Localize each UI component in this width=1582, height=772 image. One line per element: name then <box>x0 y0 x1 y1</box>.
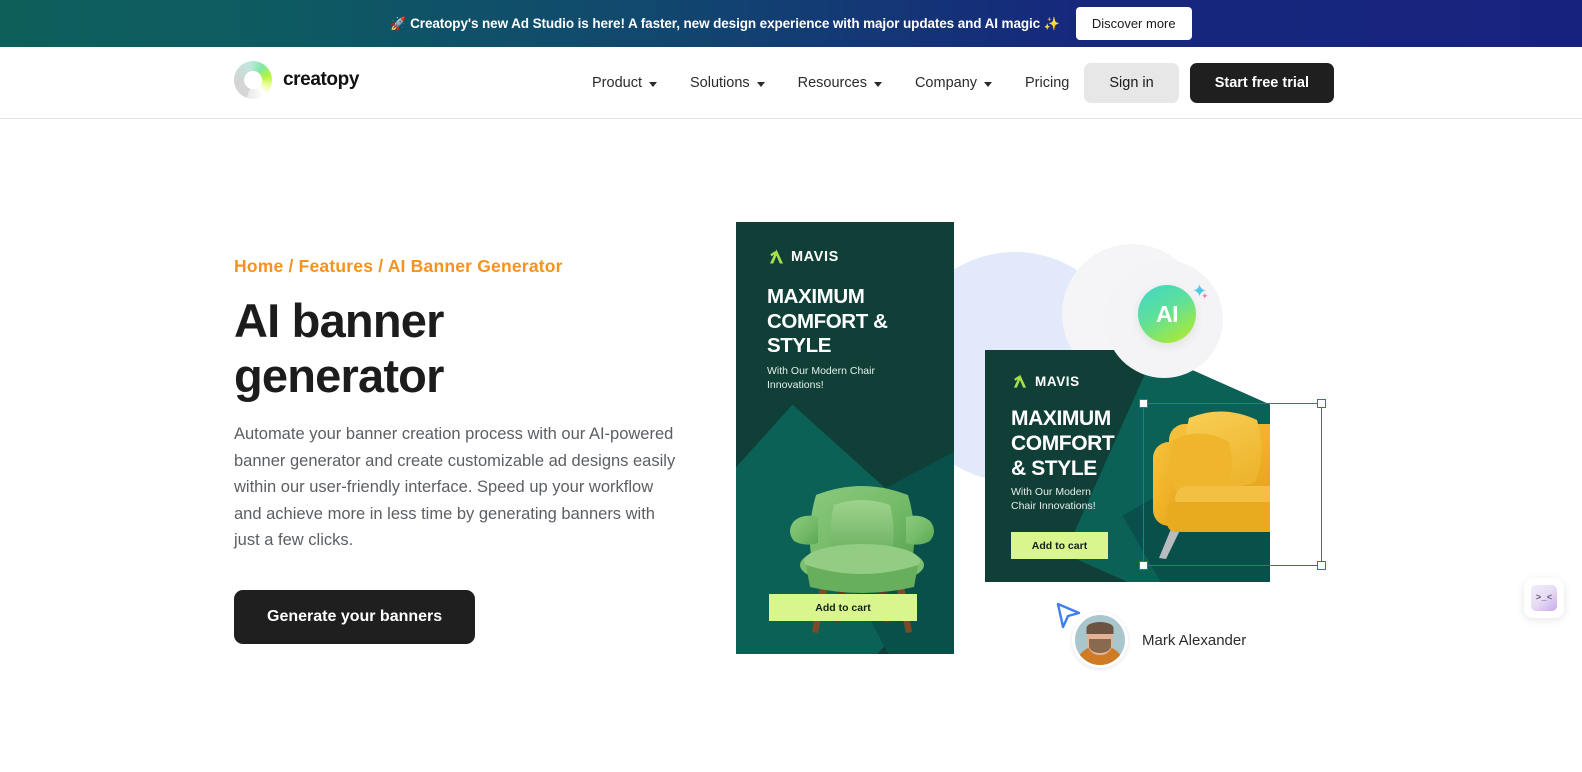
banner-subtext-vertical: With Our Modern Chair Innovations! <box>767 364 875 392</box>
nav-item-solutions[interactable]: Solutions <box>690 75 765 91</box>
breadcrumb-separator: / <box>283 256 299 276</box>
promo-banner: 🚀 Creatopy's new Ad Studio is here! A fa… <box>0 0 1582 47</box>
banner-headline-line-3: STYLE <box>767 334 832 357</box>
chevron-down-icon <box>648 81 657 87</box>
banner-headline-line-1: MAXIMUM <box>767 285 865 308</box>
feedback-widget-button[interactable]: >_< <box>1524 578 1564 618</box>
mavis-brand-logo: MAVIS <box>1012 373 1080 390</box>
sign-in-button[interactable]: Sign in <box>1084 63 1179 103</box>
breadcrumb-separator: / <box>373 256 388 276</box>
chevron-down-icon <box>873 81 882 87</box>
collaborator-name: Mark Alexander <box>1142 631 1247 649</box>
mavis-mark-icon <box>1012 373 1029 390</box>
auth-actions: Sign in Start free trial <box>1084 63 1334 103</box>
banner-headline-line-2: COMFORT & <box>767 309 888 333</box>
chevron-down-icon <box>984 81 993 87</box>
banner-headline-line-3: & STYLE <box>1011 457 1097 480</box>
yellow-armchair-image[interactable] <box>1145 398 1270 563</box>
breadcrumb-current: AI Banner Generator <box>387 256 563 276</box>
banner-headline-vertical: MAXIMUM COMFORT & STYLE <box>767 285 888 359</box>
resize-handle-bottom-right[interactable] <box>1317 561 1326 570</box>
breadcrumb[interactable]: Home / Features / AI Banner Generator <box>234 256 694 277</box>
discover-more-button[interactable]: Discover more <box>1075 7 1192 40</box>
banner-headline-line-1: MAXIMUM <box>1011 407 1111 430</box>
creatopy-logo-icon <box>234 61 272 99</box>
mavis-mark-icon <box>768 248 785 265</box>
page-title-line-1: AI banner <box>234 294 444 347</box>
banner-preview-horizontal[interactable]: MAVIS MAXIMUM COMFORT & STYLE With Our M… <box>985 350 1270 582</box>
mavis-brand-logo: MAVIS <box>768 248 839 265</box>
chevron-down-icon <box>756 81 765 87</box>
ai-badge-label: AI <box>1156 300 1179 327</box>
breadcrumb-home[interactable]: Home <box>234 256 283 276</box>
banner-subtext-line-2: Chair Innovations! <box>1011 500 1096 512</box>
creatopy-logo[interactable]: creatopy <box>234 61 359 99</box>
creatopy-logo-text: creatopy <box>283 69 360 90</box>
hero-description: Automate your banner creation process wi… <box>234 425 676 550</box>
page-title: AI banner generator <box>234 293 694 403</box>
avatar <box>1072 612 1128 668</box>
nav-label-solutions: Solutions <box>689 75 750 91</box>
avatar-beard <box>1089 639 1111 653</box>
promo-text-group: 🚀 Creatopy's new Ad Studio is here! A fa… <box>390 15 1060 32</box>
banner-preview-vertical[interactable]: MAVIS MAXIMUM COMFORT & STYLE With Our M… <box>736 222 954 654</box>
nav-item-pricing[interactable]: Pricing <box>1025 75 1069 91</box>
add-to-cart-button-vertical[interactable]: Add to cart <box>769 594 917 621</box>
main-navigation: Product Solutions Resources Company Pric… <box>592 47 1069 119</box>
promo-message: Creatopy's new Ad Studio is here! A fast… <box>410 15 1041 31</box>
nav-item-company[interactable]: Company <box>914 75 993 91</box>
banner-subtext-horizontal: With Our Modern Chair Innovations! <box>1011 485 1096 513</box>
ai-badge[interactable]: AI <box>1138 285 1196 343</box>
ai-sparkle-icon: ✦ ✦ <box>1192 281 1209 301</box>
generate-your-banners-button[interactable]: Generate your banners <box>234 589 476 644</box>
banner-subtext-line-1: With Our Modern Chair <box>767 365 875 377</box>
banner-subtext-line-1: With Our Modern <box>1011 486 1091 498</box>
nav-item-resources[interactable]: Resources <box>798 75 882 91</box>
breadcrumb-features[interactable]: Features <box>299 256 374 276</box>
avatar-hair <box>1086 622 1114 634</box>
site-header: creatopy Product Solutions Resources Com… <box>0 47 1582 119</box>
start-free-trial-button[interactable]: Start free trial <box>1189 63 1334 103</box>
promo-content: 🚀 Creatopy's new Ad Studio is here! A fa… <box>390 7 1192 40</box>
mavis-brand-name: MAVIS <box>1035 374 1080 389</box>
hero-copy: Home / Features / AI Banner Generator AI… <box>234 256 694 644</box>
emoticon-face-icon: >_< <box>1531 585 1557 611</box>
add-to-cart-button-horizontal[interactable]: Add to cart <box>1011 532 1108 559</box>
resize-handle-top-right[interactable] <box>1317 399 1326 408</box>
collaborator-chip[interactable]: Mark Alexander <box>1072 612 1246 668</box>
nav-label-company: Company <box>914 75 978 91</box>
banner-headline-line-2: COMFORT <box>1011 432 1115 455</box>
nav-label-product: Product <box>592 75 642 91</box>
rocket-icon: 🚀 <box>390 15 407 31</box>
nav-label-resources: Resources <box>797 75 867 91</box>
nav-label-pricing: Pricing <box>1025 75 1070 91</box>
banner-subtext-line-2: Innovations! <box>767 379 824 391</box>
banner-headline-horizontal: MAXIMUM COMFORT & STYLE <box>1011 406 1115 481</box>
page-title-line-2: generator <box>234 349 444 402</box>
hero-visual: MAVIS MAXIMUM COMFORT & STYLE With Our M… <box>700 150 1400 710</box>
sparkle-icon: ✨ <box>1043 15 1060 31</box>
nav-item-product[interactable]: Product <box>592 75 657 91</box>
mavis-brand-name: MAVIS <box>791 248 839 265</box>
green-armchair-image <box>772 477 952 647</box>
